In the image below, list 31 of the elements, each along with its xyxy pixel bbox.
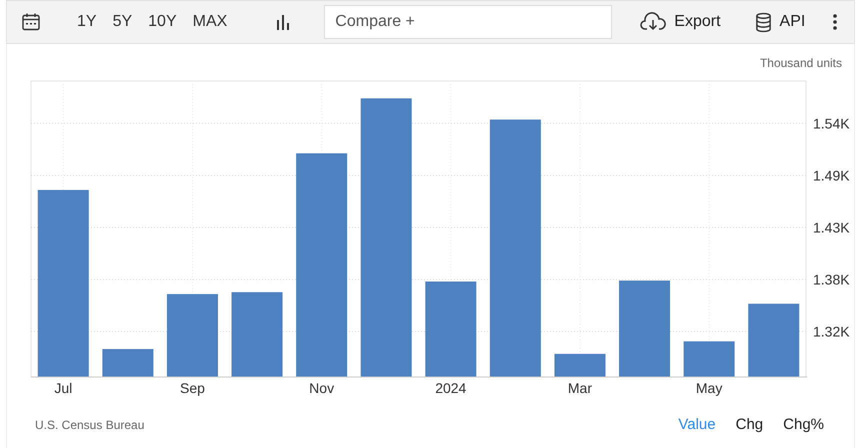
x-axis-label: May: [696, 380, 722, 396]
x-axis-label: Jul: [54, 380, 72, 396]
database-icon: [754, 12, 772, 32]
y-axis-label: 1.38K: [813, 272, 850, 288]
api-button[interactable]: API: [752, 12, 808, 32]
x-axis-label: Mar: [568, 380, 592, 396]
bar: [554, 354, 606, 377]
mode-tab[interactable]: Chg: [732, 416, 768, 433]
bar-chart-icon[interactable]: [275, 14, 292, 30]
bar: [102, 349, 154, 377]
compare-field[interactable]: Compare +: [324, 5, 612, 39]
calendar-icon[interactable]: [21, 12, 41, 32]
cloud-download-icon: [640, 12, 666, 32]
bar: [684, 341, 735, 377]
x-axis-label: Nov: [309, 380, 334, 396]
more-menu-icon[interactable]: [832, 13, 838, 31]
range-tab[interactable]: 10Y: [140, 13, 185, 31]
y-axis-label: 1.49K: [813, 168, 850, 184]
mode-tab[interactable]: Value: [674, 416, 720, 433]
x-axis-label: Sep: [180, 380, 205, 396]
export-button[interactable]: Export: [638, 12, 723, 32]
mode-tab[interactable]: Chg%: [779, 416, 828, 433]
x-axis-label: 2024: [435, 380, 466, 396]
source-label: U.S. Census Bureau: [35, 418, 144, 432]
unit-label: Thousand units: [760, 56, 842, 70]
range-tab[interactable]: MAX: [184, 13, 236, 31]
y-axis-label: 1.43K: [813, 220, 850, 236]
y-axis-label: 1.54K: [813, 115, 850, 132]
range-tab[interactable]: 1Y: [69, 13, 105, 31]
range-tab[interactable]: 5Y: [104, 13, 140, 31]
y-axis-label: 1.32K: [813, 324, 850, 340]
